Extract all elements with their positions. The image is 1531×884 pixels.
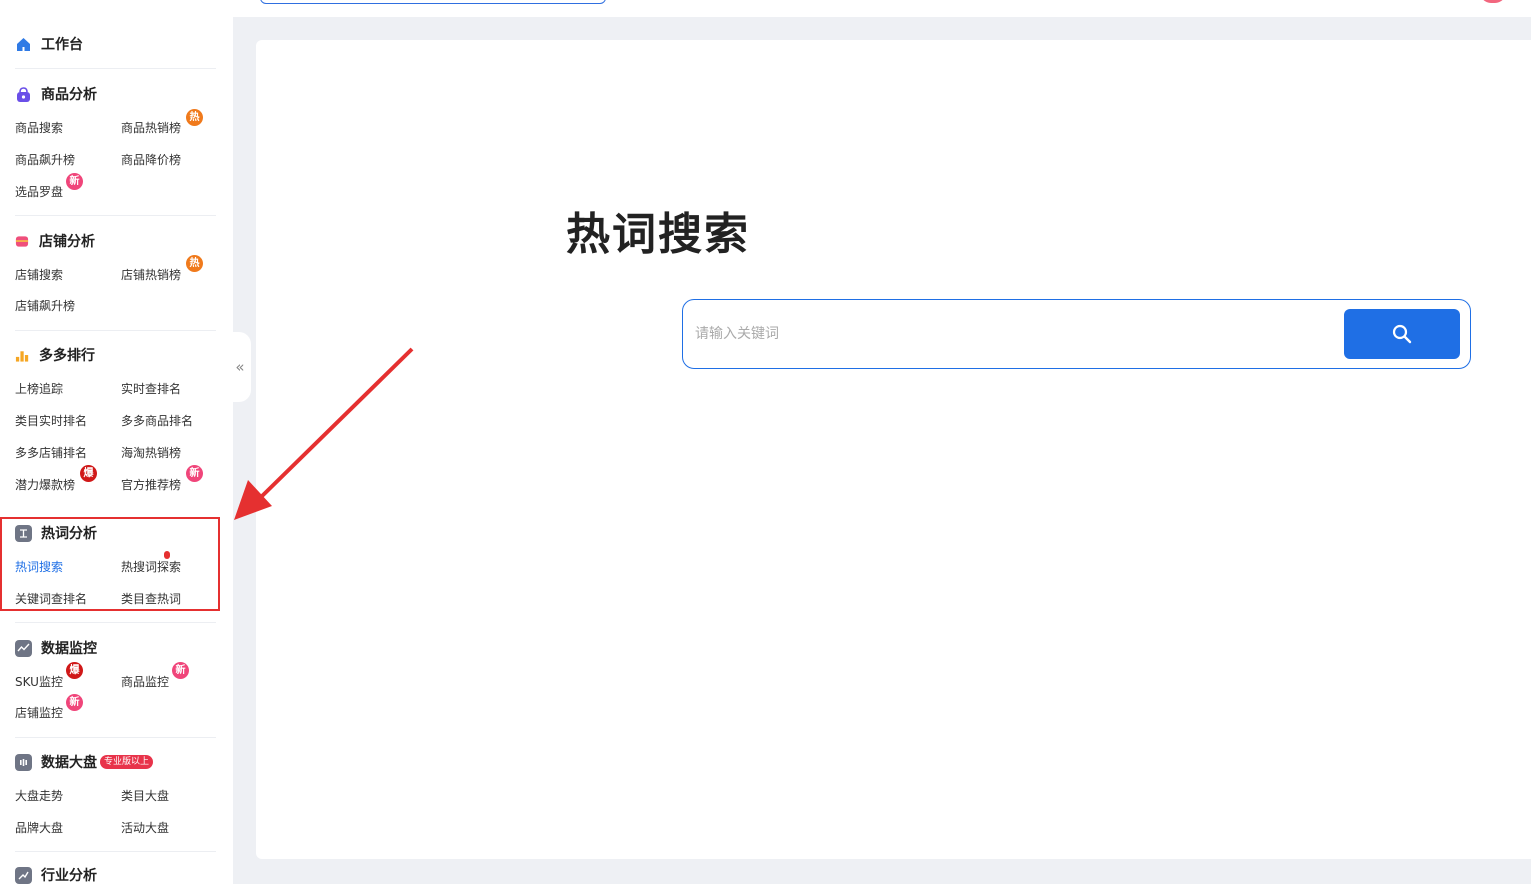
search-button[interactable] [1344,309,1460,359]
sidebar-item-workbench[interactable]: 工作台 [15,33,83,55]
sidebar-item-overseas-hot[interactable]: 海淘热销榜 [121,444,181,461]
new-badge: 新 [186,465,203,482]
main-content-card [256,40,1531,859]
boom-badge: 爆 [66,662,83,679]
top-bar [0,0,1531,17]
sidebar-item-product-compass[interactable]: 选品罗盘 [15,183,63,200]
sidebar-item-brand-market[interactable]: 品牌大盘 [15,819,63,836]
home-icon [15,36,32,53]
boom-badge: 爆 [80,465,97,482]
dashboard-icon [15,753,32,771]
divider [15,851,216,852]
sidebar-item-product-hot-sales[interactable]: 商品热销榜 [121,119,181,136]
keyword-search-input[interactable] [695,320,1335,348]
sidebar-item-product-monitor[interactable]: 商品监控 [121,673,169,690]
divider [15,737,216,738]
top-search-field[interactable] [260,0,606,4]
sidebar-item-rank-tracking[interactable]: 上榜追踪 [15,380,63,397]
shop-icon [15,233,29,250]
section-ranking: 多多排行 [15,344,95,366]
divider [15,68,216,69]
sidebar-item-sku-monitor[interactable]: SKU监控 [15,673,63,690]
pro-version-tag: 专业版以上 [100,755,154,769]
section-title: 店铺分析 [39,234,95,250]
section-title: 多多排行 [39,348,95,364]
industry-icon [15,866,32,884]
hot-badge: 热 [186,255,203,272]
section-shop-analysis: 店铺分析 [15,230,95,252]
sidebar-item-category-rank[interactable]: 类目实时排名 [15,412,87,429]
new-badge: 新 [66,694,83,711]
keyword-icon [15,524,32,542]
sidebar-item-category-market[interactable]: 类目大盘 [121,787,169,804]
sidebar-workbench-label: 工作台 [41,37,83,53]
divider [15,622,216,623]
section-keyword-analysis: 热词分析 [15,522,97,544]
sidebar-item-product-rank[interactable]: 多多商品排名 [121,412,193,429]
sidebar-item-market-trend[interactable]: 大盘走势 [15,787,63,804]
section-title: 商品分析 [41,87,97,103]
sidebar-item-shop-rank[interactable]: 多多店铺排名 [15,444,87,461]
section-monitoring: 数据监控 [15,637,97,659]
sidebar-item-product-rising[interactable]: 商品飙升榜 [15,151,75,168]
sidebar-nav: 工作台 商品分析 商品搜索 商品热销榜 热 商品飙升榜 商品降价榜 选品罗盘 新… [0,17,233,884]
keyword-search-box [682,299,1471,369]
divider [15,215,216,216]
divider [15,330,216,331]
sidebar-item-keyword-search[interactable]: 热词搜索 [15,558,63,575]
bar-chart-icon [15,347,29,364]
sidebar-item-keyword-rank[interactable]: 关键词查排名 [15,590,87,607]
sidebar-item-shop-monitor[interactable]: 店铺监控 [15,704,63,721]
section-title: 行业分析 [41,868,97,884]
section-product-analysis: 商品分析 [15,83,97,105]
sidebar-item-shop-search[interactable]: 店铺搜索 [15,266,63,283]
new-badge: 新 [172,662,189,679]
avatar[interactable] [1480,0,1506,3]
red-dot-indicator [164,551,170,559]
collapse-sidebar-button[interactable]: « [229,332,251,402]
section-market: 数据大盘 专业版以上 [15,751,154,773]
section-title: 数据大盘 [41,755,97,771]
sidebar-item-hot-search-explore[interactable]: 热搜词探索 [121,558,181,575]
sidebar-item-shop-hot-sales[interactable]: 店铺热销榜 [121,266,181,283]
sidebar-item-product-price-drop[interactable]: 商品降价榜 [121,151,181,168]
search-icon [1392,324,1412,344]
shopping-bag-icon [15,86,32,103]
double-chevron-left-icon: « [235,358,245,376]
sidebar-item-shop-rising[interactable]: 店铺飙升榜 [15,297,75,314]
sidebar-item-activity-market[interactable]: 活动大盘 [121,819,169,836]
new-badge: 新 [66,173,83,190]
sidebar-item-realtime-rank[interactable]: 实时查排名 [121,380,181,397]
page-title: 热词搜索 [566,209,750,260]
sidebar-item-product-search[interactable]: 商品搜索 [15,119,63,136]
sidebar-item-official-recommend[interactable]: 官方推荐榜 [121,476,181,493]
section-title: 热词分析 [41,526,97,542]
sidebar-item-category-keywords[interactable]: 类目查热词 [121,590,181,607]
hot-badge: 热 [186,109,203,126]
monitor-icon [15,639,32,657]
section-title: 数据监控 [41,641,97,657]
section-industry: 行业分析 [15,864,97,884]
sidebar-item-potential-hits[interactable]: 潜力爆款榜 [15,476,75,493]
